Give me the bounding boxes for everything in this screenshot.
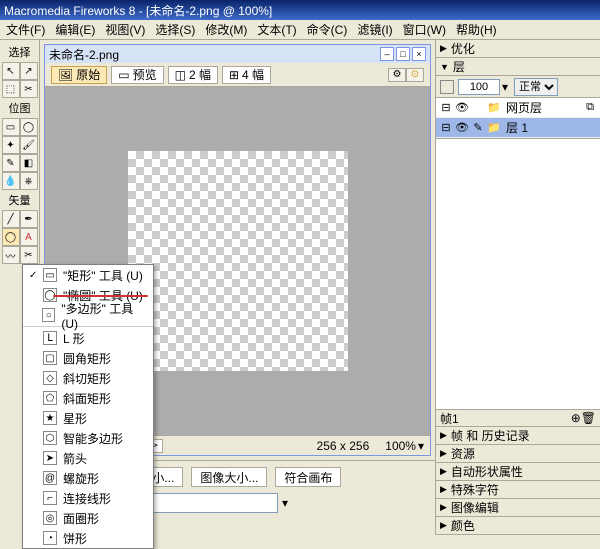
panel-frames[interactable]: ▶帧 和 历史记录	[436, 427, 600, 445]
menu-file[interactable]: 文件(F)	[6, 21, 45, 38]
blur-tool[interactable]: 💧	[2, 172, 20, 190]
menu-bar: 文件(F) 编辑(E) 视图(V) 选择(S) 修改(M) 文本(T) 命令(C…	[0, 20, 600, 40]
crop-tool[interactable]: ✂	[20, 80, 38, 98]
lasso-tool[interactable]: ◯	[20, 118, 38, 136]
pen-tool[interactable]: ✒	[20, 210, 38, 228]
menu-help[interactable]: 帮助(H)	[456, 21, 497, 38]
image-size-button[interactable]: 图像大小...	[191, 467, 267, 487]
doc-close-button[interactable]: ×	[412, 47, 426, 61]
panel-assets[interactable]: ▶资源	[436, 445, 600, 463]
shape-tool-flyout: ✓▭"矩形" 工具 (U) ◯"椭圆" 工具 (U) ○"多边形" 工具 (U)…	[22, 264, 154, 549]
flyout-connector[interactable]: ⌐连接线形	[23, 488, 153, 508]
eye-icon[interactable]: 👁	[454, 100, 470, 116]
fit-canvas-button[interactable]: 符合画布	[275, 467, 341, 487]
flyout-pie[interactable]: ◔饼形	[23, 528, 153, 548]
section-vector: 矢量	[9, 192, 31, 208]
tab-original[interactable]: 🖼原始	[51, 66, 107, 84]
trash-icon[interactable]: 🗑	[581, 411, 596, 425]
flyout-donut[interactable]: ◎面圈形	[23, 508, 153, 528]
layer-row-web[interactable]: ⊟ 👁 📁 网页层 ⧉	[436, 98, 600, 118]
menu-select[interactable]: 选择(S)	[155, 21, 195, 38]
layer-row-1[interactable]: ⊟ 👁 ✎ 📁 层 1	[436, 118, 600, 138]
tab-two-up[interactable]: ◫2 幅	[168, 66, 218, 84]
menu-text[interactable]: 文本(T)	[257, 21, 296, 38]
flyout-bevel[interactable]: ◇斜切矩形	[23, 368, 153, 388]
brush-tool[interactable]: 🖌	[20, 136, 38, 154]
share-icon[interactable]: ⧉	[582, 100, 598, 116]
expand-icon[interactable]: ⊟	[438, 120, 454, 136]
new-layer-icon[interactable]: ⊕	[571, 411, 581, 425]
flyout-lshape[interactable]: 𝖫L 形	[23, 328, 153, 348]
panel-layers[interactable]: ▼层	[436, 58, 600, 76]
tab-preview[interactable]: ▭预览	[111, 66, 163, 84]
pointer-tool[interactable]: ↖	[2, 62, 20, 80]
flyout-star[interactable]: ★星形	[23, 408, 153, 428]
flyout-chamfer[interactable]: ⬠斜面矩形	[23, 388, 153, 408]
line-tool[interactable]: ╱	[2, 210, 20, 228]
doc-maximize-button[interactable]: □	[396, 47, 410, 61]
doc-minimize-button[interactable]: –	[380, 47, 394, 61]
eye-icon[interactable]: 👁	[454, 120, 470, 136]
panel-imgedit[interactable]: ▶图像编辑	[436, 499, 600, 517]
wand-tool[interactable]: ✦	[2, 136, 20, 154]
pencil-tool[interactable]: ✎	[2, 154, 20, 172]
section-bitmap: 位图	[9, 100, 31, 116]
flyout-spiral[interactable]: @螺旋形	[23, 468, 153, 488]
canvas-dimensions: 256 x 256	[317, 439, 370, 453]
flyout-rectangle[interactable]: ✓▭"矩形" 工具 (U)	[23, 265, 153, 285]
panel-shapes[interactable]: ▶自动形状属性	[436, 463, 600, 481]
folder-icon: 📁	[486, 120, 502, 136]
scale-tool[interactable]: ⬚	[2, 80, 20, 98]
menu-view[interactable]: 视图(V)	[105, 21, 145, 38]
menu-commands[interactable]: 命令(C)	[307, 21, 348, 38]
flyout-polygon[interactable]: ○"多边形" 工具 (U)	[23, 305, 153, 325]
window-titlebar: Macromedia Fireworks 8 - [未命名-2.png @ 10…	[0, 0, 600, 20]
knife-tool[interactable]: ✂	[20, 246, 38, 264]
annotation-underline-icon	[53, 295, 148, 297]
flyout-smartpoly[interactable]: ⬡智能多边形	[23, 428, 153, 448]
flyout-roundrect[interactable]: ▢圆角矩形	[23, 348, 153, 368]
document-title: 未命名-2.png	[49, 46, 378, 63]
menu-edit[interactable]: 编辑(E)	[55, 21, 95, 38]
panel-chars[interactable]: ▶特殊字符	[436, 481, 600, 499]
menu-modify[interactable]: 修改(M)	[205, 21, 247, 38]
frames-tab[interactable]: 帧1 ⊕ 🗑	[436, 409, 600, 427]
right-panels: ▶优化 ▼层 ▾ 正常 ⊟ 👁 📁 网页层 ⧉ ⊟ 👁 ✎ 📁 层 1	[435, 40, 600, 535]
menu-window[interactable]: 窗口(W)	[403, 21, 446, 38]
settings-icon[interactable]: ⊙	[406, 68, 424, 82]
marquee-tool[interactable]: ▭	[2, 118, 20, 136]
menu-filters[interactable]: 滤镜(I)	[357, 21, 392, 38]
subselect-tool[interactable]: ↗	[20, 62, 38, 80]
export-icon[interactable]: ⚙	[388, 68, 406, 82]
folder-icon: 📁	[486, 100, 502, 116]
shape-tool[interactable]: ◯	[2, 228, 20, 246]
pencil-icon[interactable]: ✎	[470, 120, 486, 136]
blend-mode-select[interactable]: 正常	[514, 78, 558, 96]
panel-color[interactable]: ▶颜色	[436, 517, 600, 535]
zoom-level[interactable]: 100%	[385, 439, 416, 453]
stamp-tool[interactable]: ⎈	[20, 172, 38, 190]
expand-icon[interactable]: ⊟	[438, 100, 454, 116]
freeform-tool[interactable]: 〰	[2, 246, 20, 264]
tab-four-up[interactable]: ⊞4 幅	[222, 66, 271, 84]
opacity-input[interactable]	[458, 79, 500, 95]
app-title: Macromedia Fireworks 8 - [未命名-2.png @ 10…	[4, 2, 596, 19]
canvas[interactable]	[128, 151, 348, 371]
section-select: 选择	[9, 44, 31, 60]
flyout-arrow[interactable]: ➤箭头	[23, 448, 153, 468]
layer-lock-icon[interactable]	[440, 80, 454, 94]
eraser-tool[interactable]: ◧	[20, 154, 38, 172]
text-tool[interactable]: A	[20, 228, 38, 246]
panel-optimize[interactable]: ▶优化	[436, 40, 600, 58]
